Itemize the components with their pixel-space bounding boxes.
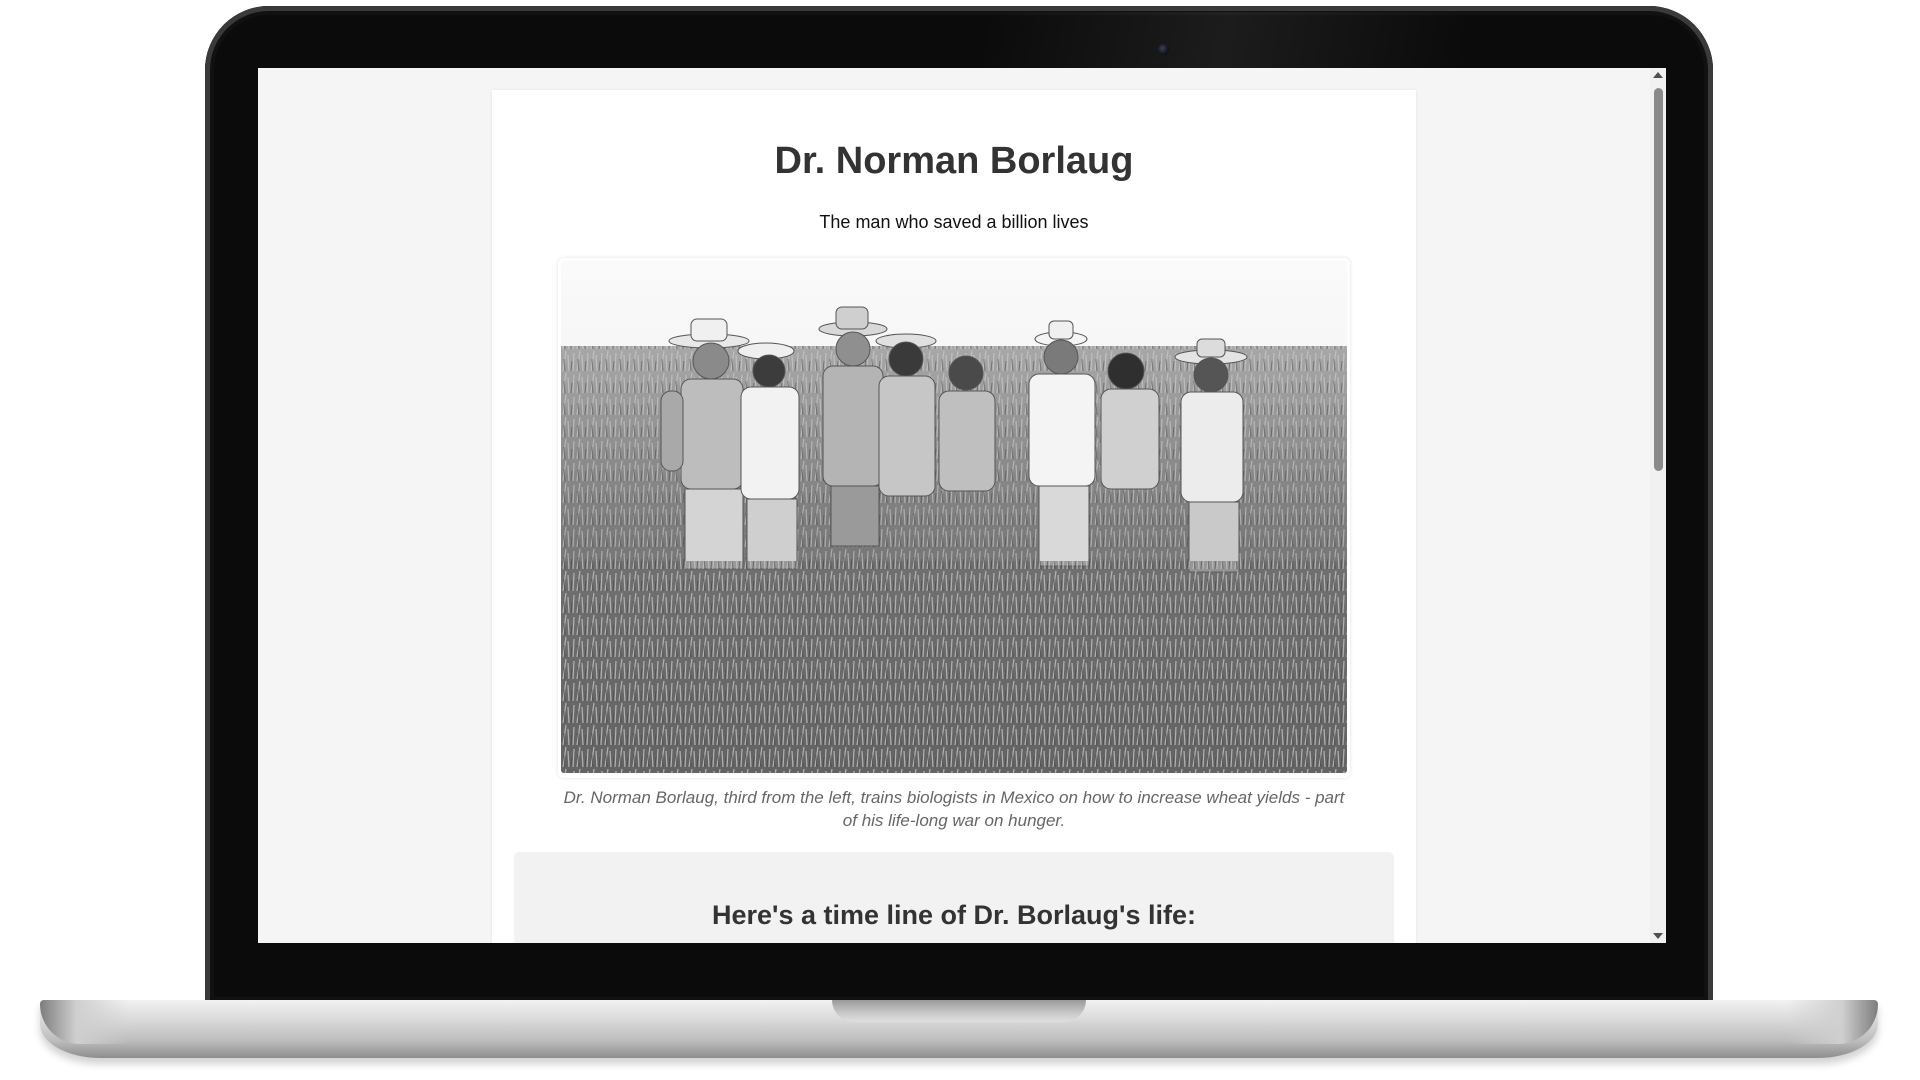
webcam-icon xyxy=(1158,44,1169,55)
tribute-page-card: Dr. Norman Borlaug The man who saved a b… xyxy=(492,90,1416,943)
timeline-section: Here's a time line of Dr. Borlaug's life… xyxy=(514,852,1394,943)
vertical-scrollbar[interactable] xyxy=(1650,68,1666,943)
image-caption: Dr. Norman Borlaug, third from the left,… xyxy=(563,788,1345,830)
lid-reflection xyxy=(985,12,1585,72)
image-figure xyxy=(558,258,1350,778)
base-opening-notch xyxy=(832,1000,1086,1022)
scrollbar-thumb[interactable] xyxy=(1654,88,1663,471)
scroll-up-arrow-icon[interactable] xyxy=(1653,72,1663,78)
timeline-heading: Here's a time line of Dr. Borlaug's life… xyxy=(712,900,1196,930)
page-title: Dr. Norman Borlaug xyxy=(774,140,1134,182)
page-subtitle: The man who saved a billion lives xyxy=(819,212,1089,232)
base-edge-right xyxy=(1788,1000,1878,1044)
scroll-down-arrow-icon[interactable] xyxy=(1653,933,1663,939)
browser-viewport: Dr. Norman Borlaug The man who saved a b… xyxy=(258,68,1666,943)
laptop-mockup: Dr. Norman Borlaug The man who saved a b… xyxy=(0,0,1920,1080)
photo-borlaug-wheat-field xyxy=(561,261,1347,773)
base-edge-left xyxy=(40,1000,130,1044)
laptop-base xyxy=(40,1000,1878,1058)
